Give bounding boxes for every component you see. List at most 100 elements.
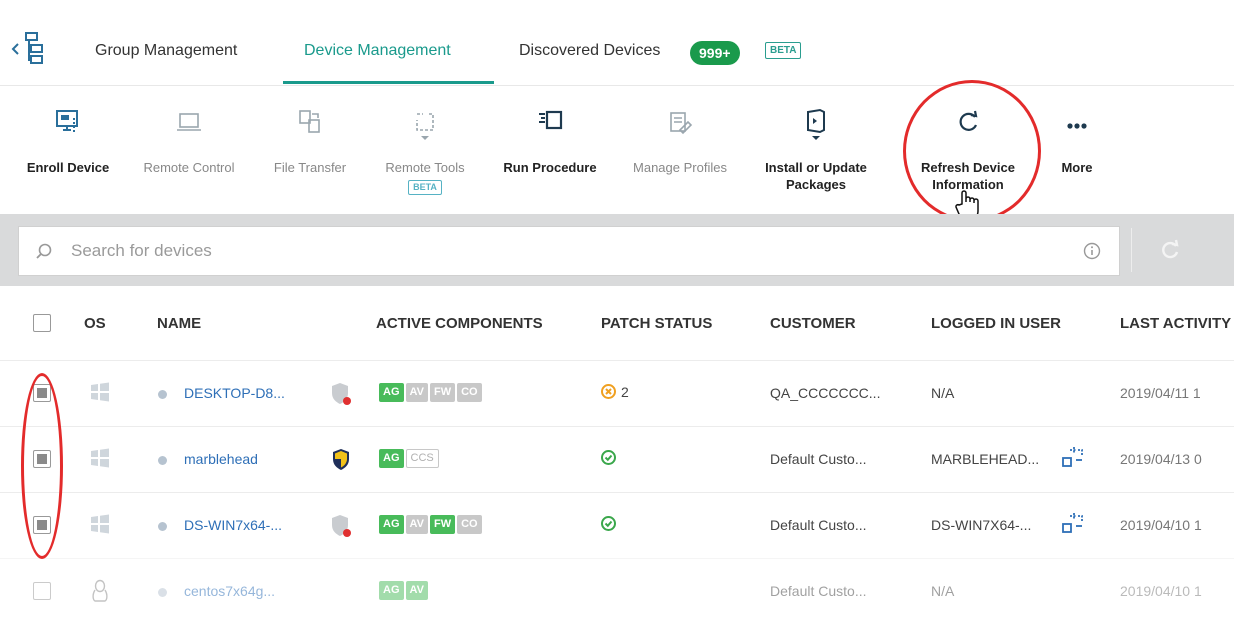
laptop-icon [175, 108, 203, 136]
status-dot [158, 522, 167, 531]
install-update-packages-button[interactable]: Install or Update Packages [756, 86, 876, 206]
remote-session-icon[interactable] [1062, 446, 1084, 468]
status-dot [158, 390, 167, 399]
logged-in-user-cell: N/A [931, 385, 955, 401]
active-tab-indicator [283, 81, 494, 84]
shield-alert-icon [330, 513, 352, 539]
windows-icon [90, 381, 110, 403]
manage-profiles-icon [666, 108, 694, 136]
component-badge: FW [429, 515, 456, 534]
customer-cell: Default Custo... [770, 517, 867, 533]
more-button[interactable]: More [1046, 86, 1108, 206]
logged-in-user-cell: DS-WIN7X64-... [931, 517, 1032, 533]
device-name-link[interactable]: DS-WIN7x64-... [184, 517, 282, 533]
enroll-device-button[interactable]: Enroll Device [16, 86, 120, 206]
search-band: Search for devices [0, 214, 1234, 286]
component-badge: FW [429, 383, 456, 402]
component-badge: AG [379, 449, 404, 468]
annotation-oval [21, 373, 63, 559]
patch-status[interactable] [600, 449, 621, 469]
component-badge: CO [457, 383, 482, 402]
refresh-list-icon[interactable] [1158, 238, 1182, 262]
patch-count: 2 [621, 383, 629, 400]
component-badge: AV [405, 515, 428, 534]
tab-device-management[interactable]: Device Management [304, 42, 451, 60]
discovered-beta-badge: BETA [765, 42, 802, 59]
col-patch-status[interactable]: PATCH STATUS [601, 315, 712, 332]
component-badge: AG [379, 581, 404, 600]
table-row[interactable]: centos7x64g... AG AV Default Custo... N/A… [0, 558, 1234, 621]
table-row[interactable]: DS-WIN7x64-... AG AV FW CO Default Custo...… [0, 492, 1234, 558]
col-last-activity[interactable]: LAST ACTIVITY [1120, 315, 1231, 332]
remote-tools-beta-badge: BETA [408, 180, 442, 195]
patch-status[interactable]: 2 [600, 383, 629, 403]
search-icon [35, 242, 53, 260]
active-components: AG AV FW CO [379, 515, 484, 534]
devices-table: OS NAME ACTIVE COMPONENTS PATCH STATUS C… [0, 286, 1234, 621]
logged-in-user-cell: MARBLEHEAD... [931, 451, 1040, 467]
discovered-count-badge: 999+ [690, 41, 740, 65]
remote-tools-label: Remote Tools [385, 160, 465, 175]
file-transfer-icon [296, 108, 324, 136]
remote-session-icon[interactable] [1062, 512, 1084, 534]
tree-icon [11, 32, 43, 64]
table-header: OS NAME ACTIVE COMPONENTS PATCH STATUS C… [0, 286, 1234, 360]
file-transfer-button[interactable]: File Transfer [260, 86, 360, 206]
package-icon [802, 108, 830, 140]
status-dot [158, 456, 167, 465]
tab-discovered-devices[interactable]: Discovered Devices [519, 42, 660, 60]
component-badge: AV [405, 581, 428, 600]
col-customer[interactable]: CUSTOMER [770, 315, 856, 332]
windows-icon [90, 447, 110, 469]
component-badge: AV [405, 383, 428, 402]
last-activity-cell: 2019/04/10 1 [1120, 583, 1202, 599]
active-components: AG AV FW CO [379, 383, 484, 402]
status-dot [158, 588, 167, 597]
patch-ok-icon [600, 449, 617, 466]
component-badge: AG [379, 515, 404, 534]
row-checkbox[interactable] [33, 582, 51, 600]
remote-tools-icon [411, 108, 439, 140]
device-name-link[interactable]: DESKTOP-D8... [184, 385, 285, 401]
run-procedure-button[interactable]: Run Procedure [494, 86, 606, 206]
last-activity-cell: 2019/04/11 1 [1120, 385, 1201, 401]
patch-ok-icon [600, 515, 617, 532]
tab-group-management[interactable]: Group Management [95, 42, 237, 60]
device-toolbar: Enroll Device Remote Control File Transf… [0, 86, 1234, 214]
search-placeholder: Search for devices [71, 241, 212, 260]
customer-cell: QA_CCCCCCC... [770, 385, 881, 401]
patch-warning-icon [600, 383, 617, 400]
windows-icon [90, 513, 110, 535]
component-badge: CCS [405, 449, 439, 468]
component-badge: AG [379, 383, 404, 402]
more-dots-icon [1063, 108, 1091, 136]
last-activity-cell: 2019/04/10 1 [1120, 517, 1202, 533]
shield-alert-icon [330, 381, 352, 407]
last-activity-cell: 2019/04/13 0 [1120, 451, 1202, 467]
run-procedure-icon [536, 108, 564, 136]
remote-tools-button[interactable]: Remote Tools BETA [370, 86, 480, 206]
tab-bar: Group Management Device Management Disco… [0, 0, 1234, 86]
info-icon[interactable] [1083, 242, 1101, 260]
back-tree-toggle[interactable] [10, 30, 52, 70]
col-name[interactable]: NAME [157, 315, 201, 332]
linux-penguin-icon [90, 579, 110, 602]
table-row[interactable]: DESKTOP-D8... AG AV FW CO 2 QA_CCCCCCC... N… [0, 360, 1234, 426]
component-badge: CO [457, 515, 482, 534]
col-logged-in-user[interactable]: LOGGED IN USER [931, 315, 1061, 332]
patch-status[interactable] [600, 515, 621, 535]
active-components: AG CCS [379, 449, 441, 468]
shield-warning-icon [330, 447, 352, 473]
device-name-link[interactable]: marblehead [184, 451, 258, 467]
table-row[interactable]: marblehead AG CCS Default Custo... MARBLE… [0, 426, 1234, 492]
select-all-checkbox[interactable] [33, 314, 51, 332]
search-input[interactable]: Search for devices [18, 226, 1120, 276]
active-components: AG AV [379, 581, 430, 600]
remote-control-button[interactable]: Remote Control [130, 86, 248, 206]
customer-cell: Default Custo... [770, 583, 867, 599]
manage-profiles-button[interactable]: Manage Profiles [618, 86, 742, 206]
col-os[interactable]: OS [84, 315, 106, 332]
device-name-link[interactable]: centos7x64g... [184, 583, 275, 599]
col-active-components[interactable]: ACTIVE COMPONENTS [376, 315, 543, 332]
enroll-device-icon [54, 108, 82, 136]
